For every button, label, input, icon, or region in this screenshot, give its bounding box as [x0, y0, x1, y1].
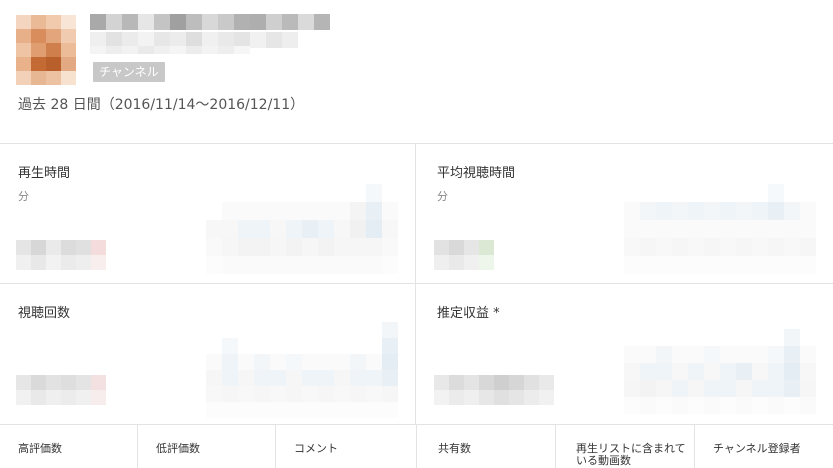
metric-value-obscured: [434, 240, 494, 270]
channel-avatar[interactable]: [16, 15, 76, 85]
metric-unit: 分: [437, 190, 448, 203]
metric-title: 平均視聴時間: [437, 166, 516, 181]
channel-name-obscured[interactable]: [90, 14, 330, 30]
metric-card-views[interactable]: 視聴回数: [0, 284, 416, 425]
metric-likes[interactable]: 高評価数: [0, 425, 138, 468]
metric-title: 再生時間: [18, 166, 71, 181]
metric-unit: 分: [18, 190, 29, 203]
date-range-label: 過去 28 日間（2016/11/14〜2016/12/11）: [18, 97, 305, 113]
metric-title: 推定収益 *: [437, 306, 500, 321]
sparkline-chart-obscured: [624, 184, 816, 274]
channel-badge: チャンネル: [93, 62, 165, 82]
metric-in-playlists[interactable]: 再生リストに含まれている動画数: [556, 425, 695, 468]
metric-title: 視聴回数: [18, 306, 71, 321]
sparkline-chart-obscured: [206, 322, 398, 418]
metric-dislikes[interactable]: 低評価数: [138, 425, 276, 468]
metric-value-obscured: [16, 375, 106, 405]
metric-comments[interactable]: コメント: [276, 425, 417, 468]
metric-card-avg-view-duration[interactable]: 平均視聴時間 分: [416, 144, 833, 284]
metric-card-estimated-revenue[interactable]: 推定収益 *: [416, 284, 833, 425]
metric-value-obscured: [16, 240, 106, 270]
channel-header: チャンネル 過去 28 日間（2016/11/14〜2016/12/11）: [0, 0, 833, 144]
metric-card-watch-time[interactable]: 再生時間 分: [0, 144, 416, 284]
sparkline-chart-obscured: [624, 329, 816, 414]
metric-shares[interactable]: 共有数: [417, 425, 556, 468]
metric-value-obscured: [434, 375, 554, 405]
sparkline-chart-obscured: [206, 184, 398, 274]
metric-subscribers[interactable]: チャンネル登録者: [695, 425, 833, 468]
channel-meta-obscured: [90, 46, 250, 54]
